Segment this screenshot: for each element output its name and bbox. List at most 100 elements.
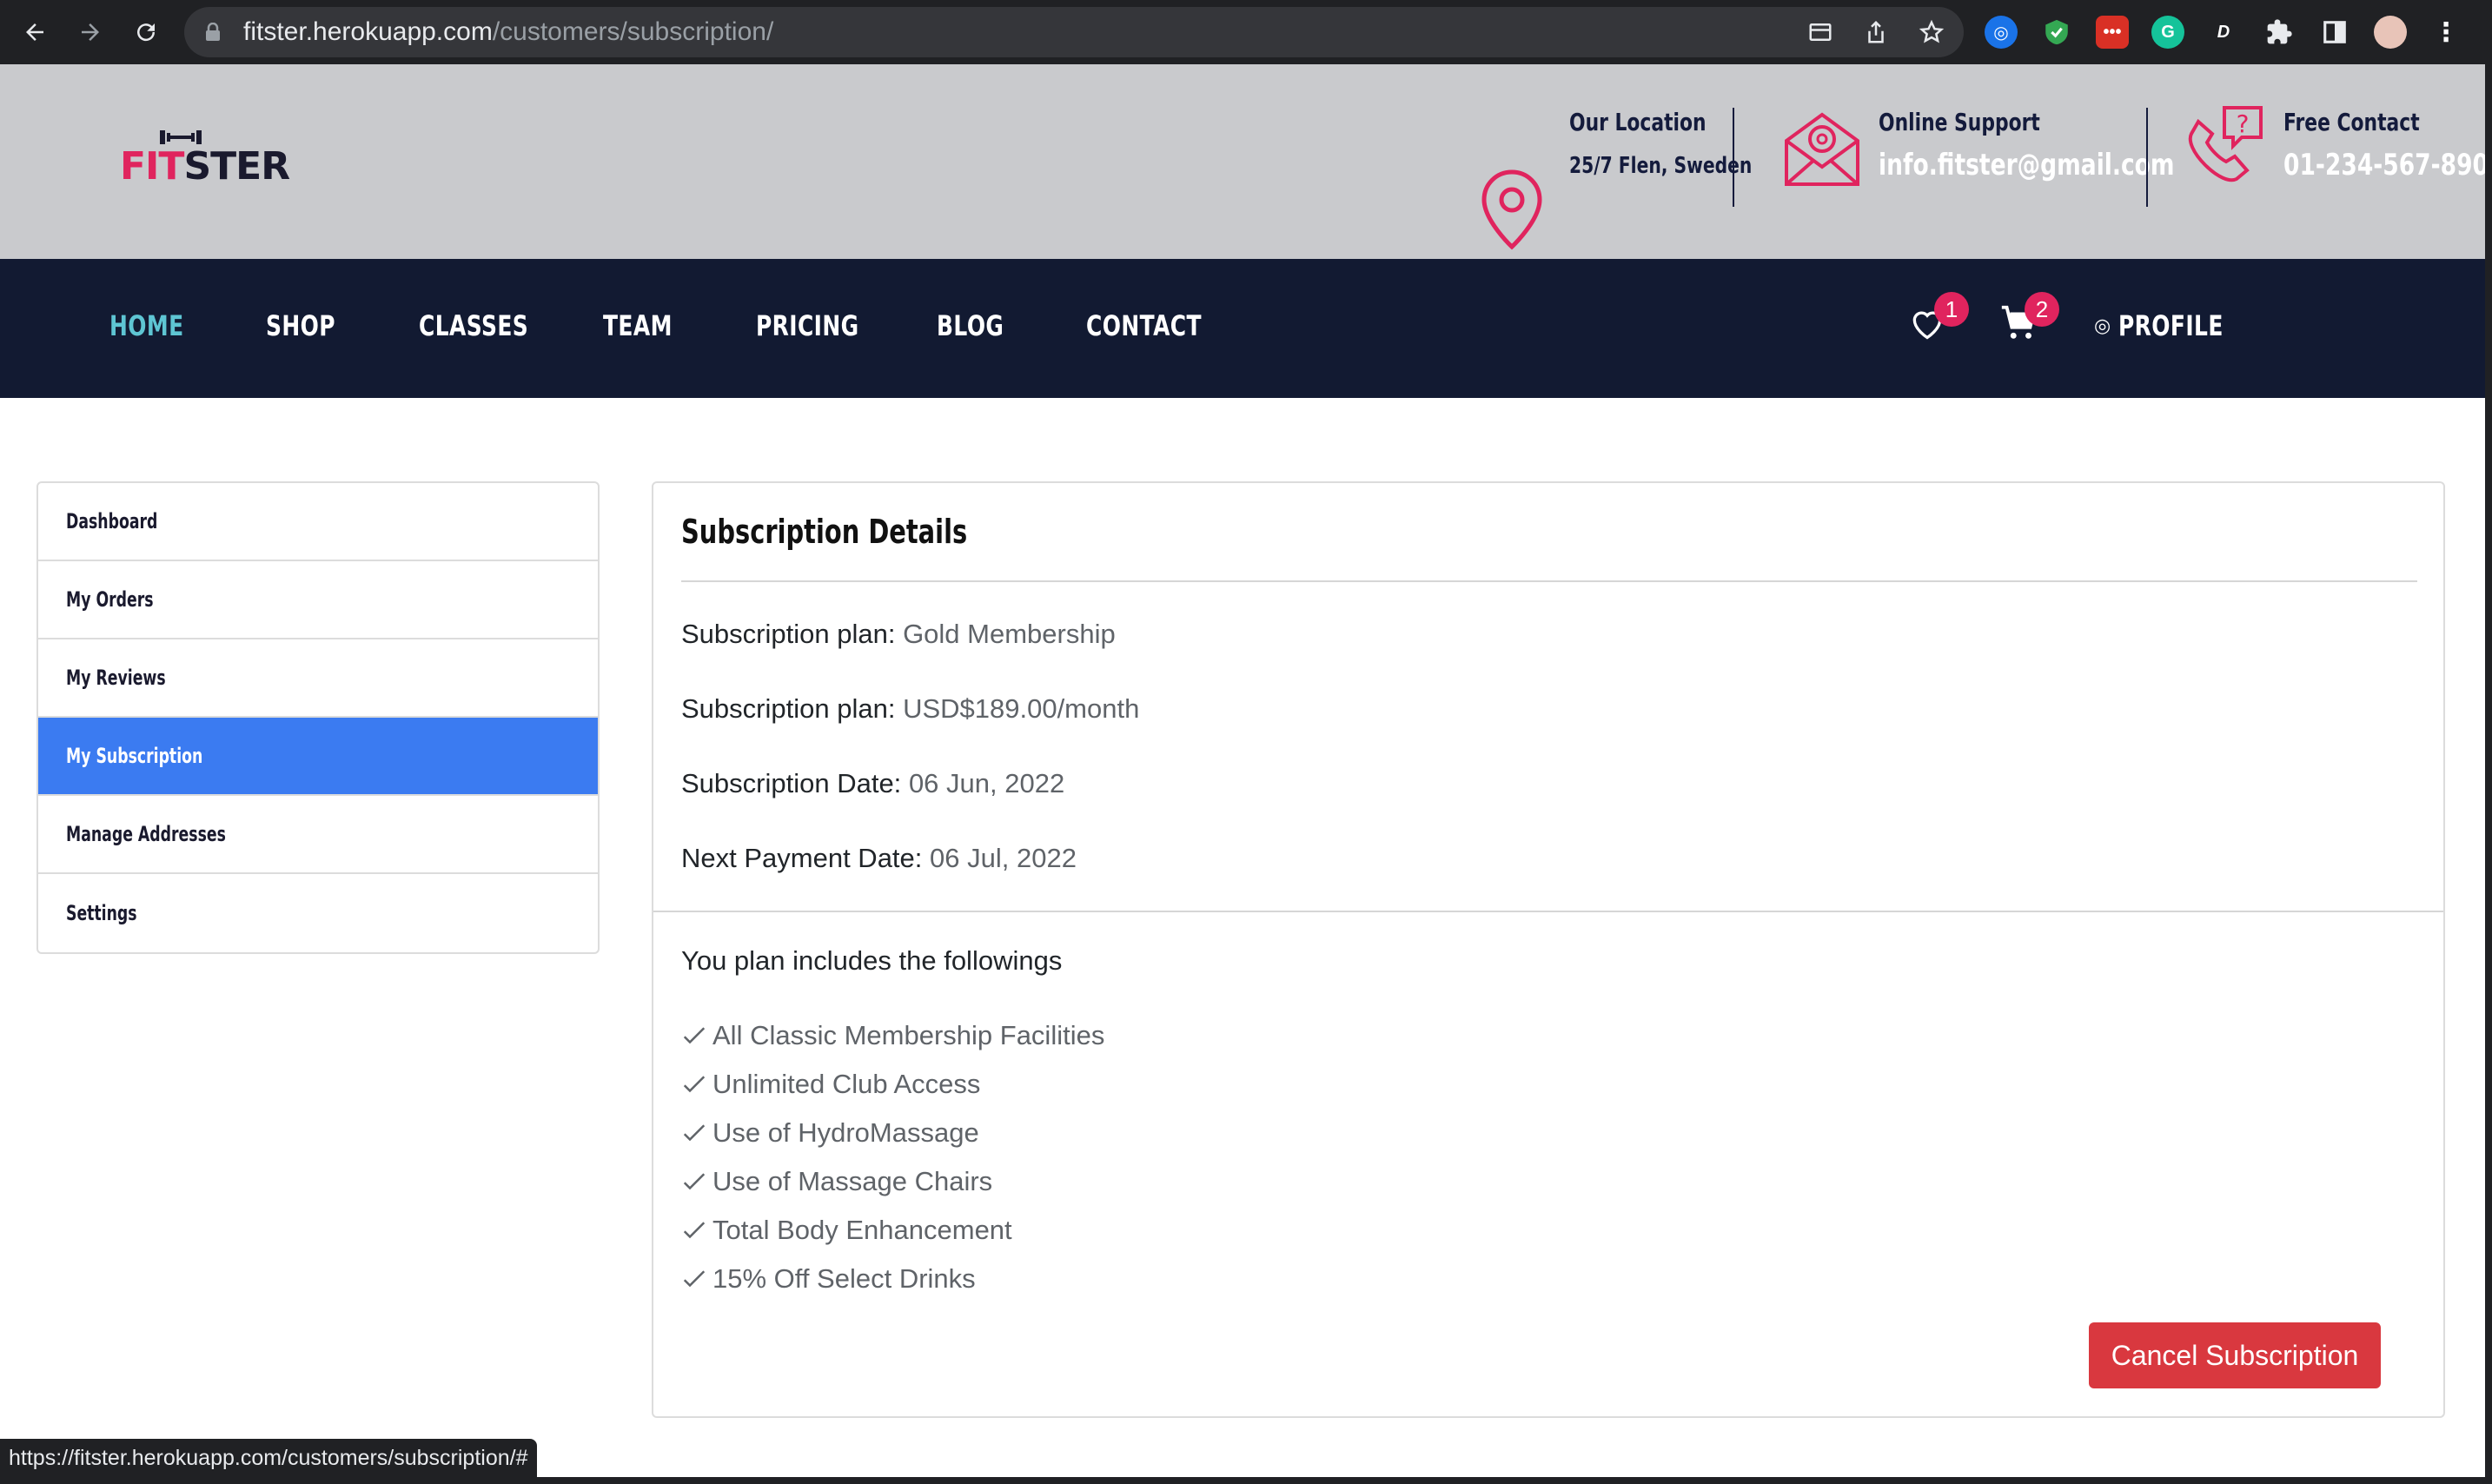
feature-item: Use of Massage Chairs [681,1166,992,1197]
sidebar-item-my-subscription[interactable]: My Subscription [38,718,598,796]
logo-text: FITSTER [120,144,290,189]
profile-label: PROFILE [2118,309,2224,342]
status-bar-url: https://fitster.herokuapp.com/customers/… [0,1439,537,1477]
check-icon [683,1124,706,1142]
feature-label: Total Body Enhancement [712,1215,1012,1245]
nav-team[interactable]: TEAM [603,309,673,342]
profile-link[interactable]: ◎ PROFILE [2094,309,2223,344]
detail-row-next-payment: Next Payment Date: 06 Jul, 2022 [681,843,1077,874]
extension-blue-icon[interactable]: ◎ [1985,16,2018,49]
extension-d-icon[interactable]: D [2207,16,2240,49]
feature-item: Use of HydroMassage [681,1117,979,1149]
cancel-subscription-button[interactable]: Cancel Subscription [2089,1322,2381,1388]
feature-label: Unlimited Club Access [712,1069,981,1099]
check-icon [683,1270,706,1288]
detail-value: Gold Membership [903,619,1116,649]
feature-label: Use of HydroMassage [712,1117,979,1148]
tab-card-icon[interactable] [1807,19,1833,45]
location-value: 25/7 Flen, Sweden [1569,153,1753,179]
check-icon [683,1076,706,1093]
check-icon [683,1173,706,1190]
detail-value: 06 Jun, 2022 [908,768,1065,798]
site-header: FITSTER Our Location 25/7 Flen, Sweden O… [0,64,2492,259]
url-text[interactable]: fitster.herokuapp.com/customers/subscrip… [243,7,773,57]
divider [681,580,2417,582]
feature-label: All Classic Membership Facilities [712,1020,1105,1050]
bookmark-star-icon[interactable] [1919,19,1945,45]
sidebar-item-label: Dashboard [66,509,158,533]
wishlist-button[interactable]: 1 [1908,292,1969,342]
card-title: Subscription Details [681,513,968,551]
detail-row-plan: Subscription plan: Gold Membership [681,619,1116,650]
svg-text:?: ? [2237,109,2250,138]
detail-label: Subscription plan: [681,693,896,724]
feature-label: 15% Off Select Drinks [712,1263,976,1294]
sidebar-item-label: Manage Addresses [66,822,226,846]
nav-pricing[interactable]: PRICING [756,309,859,342]
divider [2146,108,2148,207]
location-title: Our Location [1569,108,1707,136]
contact-phone[interactable]: 01-234-567-8901 [2283,148,2492,182]
sidebar-item-dashboard[interactable]: Dashboard [38,483,598,561]
url-host: fitster.herokuapp.com [243,17,493,46]
wishlist-badge: 1 [1934,292,1969,327]
side-panel-icon[interactable] [2318,16,2351,49]
email-support-icon [1785,112,1859,186]
url-path: /customers/subscription/ [492,17,774,46]
sidebar-item-my-reviews[interactable]: My Reviews [38,639,598,718]
profile-icon: ◎ [2094,315,2111,336]
support-email[interactable]: info.fitster@gmail.com [1879,148,2175,182]
window-edge [0,1477,2492,1484]
sidebar-item-my-orders[interactable]: My Orders [38,561,598,639]
cart-button[interactable]: 2 [1998,292,2059,342]
support-title: Online Support [1879,108,2040,136]
detail-label: Subscription Date: [681,768,902,798]
nav-classes[interactable]: CLASSES [419,309,528,342]
feature-item: All Classic Membership Facilities [681,1020,1104,1051]
divider [653,911,2443,912]
detail-value: USD$189.00/month [903,693,1140,724]
detail-row-price: Subscription plan: USD$189.00/month [681,693,1139,725]
phone-contact-icon: ? [2188,106,2263,182]
detail-row-subscription-date: Subscription Date: 06 Jun, 2022 [681,768,1064,799]
forward-icon[interactable] [73,15,108,50]
browser-toolbar: fitster.herokuapp.com/customers/subscrip… [0,0,2492,64]
window-edge [2485,64,2492,1484]
avatar[interactable] [2374,16,2407,49]
nav-blog[interactable]: BLOG [937,309,1004,342]
feature-item: 15% Off Select Drinks [681,1263,976,1295]
feature-item: Total Body Enhancement [681,1215,1012,1246]
detail-label: Subscription plan: [681,619,896,649]
check-icon [683,1027,706,1044]
nav-contact[interactable]: CONTACT [1086,309,1202,342]
cart-badge: 2 [2025,292,2059,327]
menu-kebab-icon[interactable]: ⋮ [2429,16,2462,49]
nav-home[interactable]: HOME [109,309,184,342]
detail-value: 06 Jul, 2022 [930,843,1077,873]
shield-icon[interactable] [2040,16,2073,49]
logo-fit: FIT [120,144,184,189]
lock-icon [205,22,221,46]
feature-item: Unlimited Club Access [681,1069,980,1100]
check-icon [683,1222,706,1239]
logo-ster: STER [183,144,290,189]
grammarly-icon[interactable]: G [2151,16,2184,49]
sidebar-item-label: My Subscription [66,744,203,768]
nav-shop[interactable]: SHOP [266,309,335,342]
share-icon[interactable] [1863,19,1889,45]
main-navigation: HOME SHOP CLASSES TEAM PRICING BLOG CONT… [0,259,2485,398]
password-manager-icon[interactable]: ••• [2096,16,2129,49]
address-bar[interactable]: fitster.herokuapp.com/customers/subscrip… [184,7,1964,57]
account-sidebar: Dashboard My Orders My Reviews My Subscr… [36,481,600,954]
reload-icon[interactable] [129,15,163,50]
feature-label: Use of Massage Chairs [712,1166,993,1196]
sidebar-item-manage-addresses[interactable]: Manage Addresses [38,796,598,874]
sidebar-item-settings[interactable]: Settings [38,874,598,952]
includes-title: You plan includes the followings [681,945,1063,976]
location-pin-icon [1481,169,1542,250]
contact-title: Free Contact [2283,108,2420,136]
puzzle-icon[interactable] [2263,16,2296,49]
subscription-card: Subscription Details Subscription plan: … [652,481,2445,1418]
divider [1733,108,1734,207]
back-icon[interactable] [17,15,52,50]
